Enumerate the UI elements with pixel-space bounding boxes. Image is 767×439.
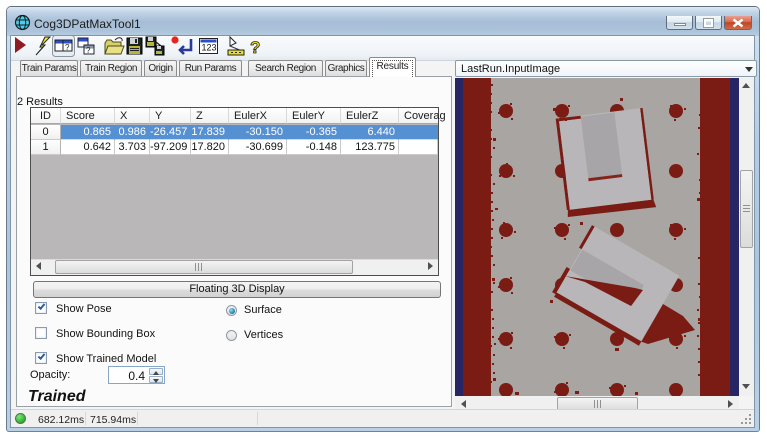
svg-text:123: 123 xyxy=(202,43,217,53)
svg-text:?: ? xyxy=(86,46,91,55)
svg-text:?: ? xyxy=(250,38,260,57)
svg-text:?: ? xyxy=(65,43,70,52)
